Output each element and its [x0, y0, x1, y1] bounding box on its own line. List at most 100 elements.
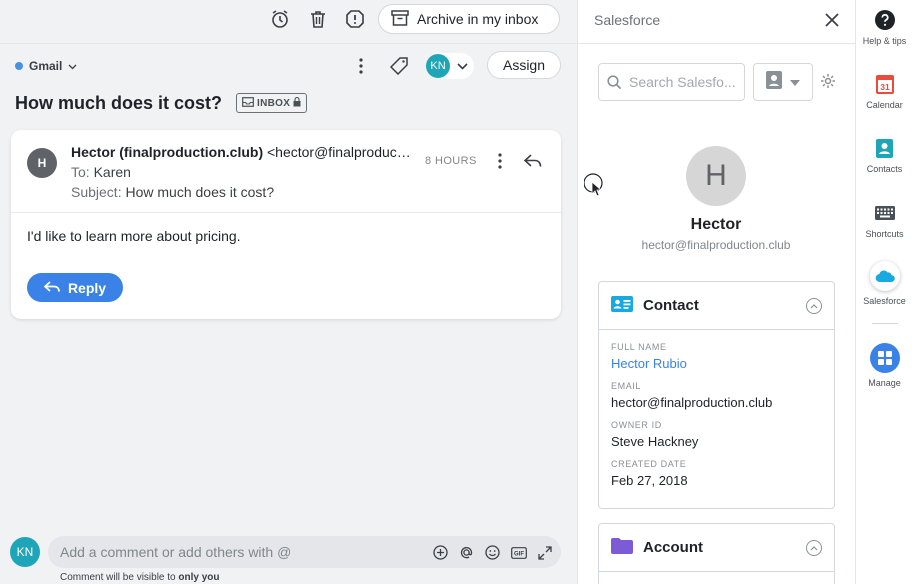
calendar-icon: 31 — [874, 73, 896, 95]
rail-item-calendar[interactable]: 31 Calendar — [856, 73, 912, 110]
chevron-down-icon — [68, 59, 77, 73]
panel-divider — [578, 43, 856, 44]
contact-email: hector@finalproduction.club — [641, 238, 791, 252]
inbox-tag[interactable]: INBOX — [236, 93, 308, 113]
subject-value: How much does it cost? — [125, 184, 275, 200]
contact-avatar: H — [686, 146, 746, 206]
rail-label: Help & tips — [862, 36, 907, 46]
mouse-cursor-icon — [583, 172, 604, 198]
message-subject: Subject: How much does it cost? — [71, 184, 274, 200]
salesforce-search-input[interactable]: Search Salesfo... — [598, 63, 745, 101]
rail-label: Calendar — [866, 100, 903, 110]
rail-item-manage[interactable]: Manage — [856, 343, 912, 388]
record-type-selector[interactable] — [753, 63, 813, 101]
chevron-down-icon — [790, 73, 800, 91]
rail-item-salesforce[interactable]: Salesforce — [856, 261, 912, 306]
rail-item-help[interactable]: Help & tips — [856, 9, 912, 46]
archive-button[interactable]: Archive in my inbox — [378, 4, 560, 34]
rail-divider — [872, 323, 898, 324]
emoji-icon[interactable] — [484, 544, 501, 561]
field-label: EMAIL — [611, 381, 642, 391]
inbox-icon — [242, 96, 254, 110]
message-body: I'd like to learn more about pricing. — [27, 228, 241, 244]
collapse-icon[interactable] — [806, 540, 822, 556]
contact-field-email: EMAIL hector@finalproduction.club — [599, 381, 834, 410]
field-value: Steve Hackney — [611, 434, 699, 449]
message-to: To: Karen — [71, 164, 131, 180]
field-label: CREATED DATE — [611, 459, 687, 469]
mention-icon[interactable] — [458, 544, 475, 561]
comment-visibility-note: Comment will be visible to only you — [60, 572, 220, 583]
message-header: H Hector (finalproduction.club) <hector@… — [11, 130, 561, 213]
to-label: To: — [71, 164, 90, 180]
assign-button[interactable]: Assign — [487, 51, 561, 79]
note-prefix: Comment will be visible to — [60, 572, 176, 583]
keyboard-icon — [874, 202, 896, 224]
contact-section-title: Contact — [643, 297, 699, 314]
assignee-avatar: KN — [426, 54, 450, 78]
field-label: OWNER ID — [611, 420, 662, 430]
account-section-title: Account — [643, 539, 703, 556]
message-card: H Hector (finalproduction.club) <hector@… — [11, 130, 561, 319]
to-value: Karen — [93, 164, 131, 180]
rail-label: Salesforce — [863, 296, 906, 306]
conversation-subject: How much does it cost? — [15, 93, 223, 113]
gif-icon[interactable]: GIF — [510, 544, 527, 561]
panel-title: Salesforce — [594, 12, 661, 28]
subject-label: Subject: — [71, 184, 122, 200]
folder-icon — [611, 537, 633, 558]
snooze-icon[interactable] — [268, 9, 292, 29]
contact-section-icon — [611, 295, 633, 316]
contact-section: Contact FULL NAME Hector Rubio EMAIL hec… — [598, 281, 835, 509]
archive-icon — [391, 9, 409, 29]
expand-icon[interactable] — [536, 544, 553, 561]
manage-icon — [869, 343, 900, 373]
tag-icon[interactable] — [388, 55, 410, 77]
rail-item-contacts[interactable]: Contacts — [856, 137, 912, 174]
account-section: Account — [598, 523, 835, 584]
trash-icon[interactable] — [306, 9, 330, 29]
rail-label: Contacts — [866, 164, 903, 174]
field-label: FULL NAME — [611, 342, 667, 352]
sender-avatar: H — [27, 148, 57, 178]
conversation-topbar: Archive in my inbox — [0, 0, 577, 44]
salesforce-panel: Salesforce Search Salesfo... H Hector he… — [577, 0, 856, 584]
account-section-header[interactable]: Account — [599, 524, 834, 572]
contact-field-owner: OWNER ID Steve Hackney — [599, 420, 834, 449]
contact-field-fullname: FULL NAME Hector Rubio — [599, 342, 834, 371]
rail-label: Shortcuts — [865, 229, 904, 239]
search-placeholder: Search Salesfo... — [629, 74, 736, 90]
full-name-link[interactable]: Hector Rubio — [611, 356, 834, 371]
add-icon[interactable] — [432, 544, 449, 561]
collapse-icon[interactable] — [806, 298, 822, 314]
reply-arrow-icon — [43, 280, 60, 296]
contact-name: Hector — [690, 216, 742, 233]
close-icon[interactable] — [823, 11, 841, 29]
reply-icon[interactable] — [523, 152, 543, 170]
comment-tools: GIF — [432, 544, 553, 561]
contact-section-header[interactable]: Contact — [599, 282, 834, 330]
lock-icon — [293, 96, 301, 110]
reply-label: Reply — [67, 279, 107, 296]
note-emphasis: only you — [178, 572, 220, 583]
source-selector[interactable]: Gmail — [15, 59, 77, 73]
message-more-icon[interactable] — [493, 152, 507, 170]
conversation-pane: Archive in my inbox Gmail KN Assign How … — [0, 0, 577, 584]
field-value: hector@finalproduction.club — [611, 395, 773, 410]
contacts-icon — [874, 137, 896, 159]
source-dot — [15, 62, 23, 70]
search-icon — [607, 75, 622, 93]
assignee-selector[interactable]: KN — [426, 53, 474, 79]
gear-icon[interactable] — [820, 73, 836, 89]
field-value: Feb 27, 2018 — [611, 473, 688, 488]
source-label: Gmail — [29, 59, 63, 73]
archive-label: Archive in my inbox — [417, 11, 539, 27]
spam-icon[interactable] — [343, 8, 367, 30]
rail-item-shortcuts[interactable]: Shortcuts — [856, 202, 912, 239]
salesforce-icon — [869, 261, 900, 291]
reply-button[interactable]: Reply — [27, 273, 123, 302]
svg-text:GIF: GIF — [514, 551, 524, 557]
message-from: Hector (finalproduction.club) <hector@fi… — [71, 144, 411, 160]
more-options-icon[interactable] — [352, 55, 370, 77]
rail-label: Manage — [868, 378, 901, 388]
